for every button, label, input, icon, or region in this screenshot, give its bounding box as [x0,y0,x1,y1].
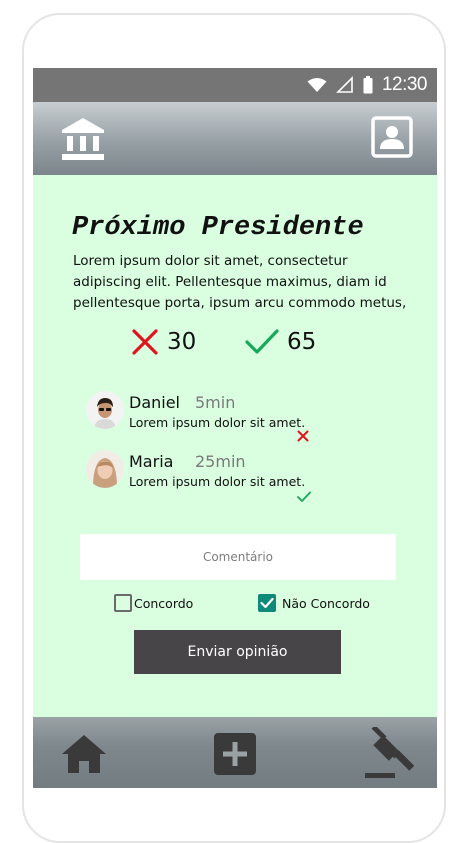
battery-icon [363,76,373,94]
page-title: Próximo Presidente [72,213,364,243]
bank-icon[interactable] [60,116,106,167]
option-label: Concordo [134,595,194,611]
submit-opinion-button[interactable]: Enviar opinião [134,630,341,674]
comment-input[interactable] [80,534,396,580]
comment-time: 5min [195,393,236,412]
checkbox-concordo[interactable] [114,594,132,612]
comment-item: Maria 25min Lorem ipsum dolor sit amet. [86,450,346,502]
status-bar: 12:30 [33,68,437,102]
for-count: 65 [287,329,317,355]
profile-icon[interactable] [371,116,413,163]
comment-author: Maria [129,452,174,471]
option-concordo[interactable]: Concordo [114,594,193,612]
avatar [86,450,124,488]
vote-against[interactable]: 30 [131,328,196,356]
description: Lorem ipsum dolor sit amet, consectetur … [73,253,407,311]
checkbox-nao-concordo[interactable] [258,594,276,612]
app-bar [33,102,437,175]
check-icon [297,491,311,502]
against-count: 30 [167,329,197,355]
option-label: Não Concordo [282,595,370,611]
home-icon[interactable] [61,734,107,779]
wifi-icon [307,78,327,92]
comment-text: Lorem ipsum dolor sit amet. [129,474,306,489]
status-time: 12:30 [381,74,428,95]
check-icon [245,329,279,354]
signal-icon [336,76,353,93]
bottom-nav [33,717,437,788]
x-icon [297,430,309,442]
avatar [86,391,124,429]
option-nao-concordo[interactable]: Não Concordo [258,594,370,612]
gavel-icon[interactable] [363,725,417,786]
comment-author: Daniel [129,393,180,412]
x-icon [132,329,158,355]
vote-for[interactable]: 65 [245,328,316,356]
comment-item: Daniel 5min Lorem ipsum dolor sit amet. [86,391,346,442]
main-content: Próximo Presidente Lorem ipsum dolor sit… [33,175,437,718]
add-icon[interactable] [214,733,256,780]
comment-time: 25min [195,452,246,471]
comment-text: Lorem ipsum dolor sit amet. [129,415,306,430]
checkmark-icon [260,597,274,609]
